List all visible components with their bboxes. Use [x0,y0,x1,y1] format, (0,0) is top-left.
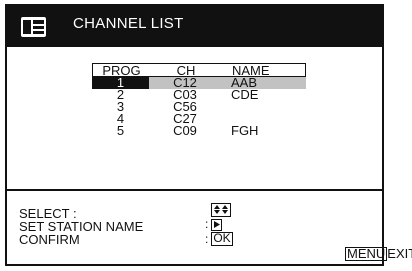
channel-row[interactable]: 3 C56 [92,100,306,113]
channel-list-panel: CHANNEL LIST PROG CH NAME 1 C12 AAB 2 C0… [5,4,384,266]
channel-row-selected[interactable]: 1 C12 AAB [92,76,306,89]
row-prog: 5 [116,123,125,138]
menu-exit-hint: MENUEXIT : [345,246,412,261]
colon-confirm: : [205,232,209,246]
row-name: CDE [231,87,259,102]
page-title: CHANNEL LIST [73,15,184,32]
help-confirm: CONFIRM [19,233,143,246]
row-ch: C09 [173,123,197,138]
list-panel-icon [21,17,46,37]
channel-table-header: PROG CH NAME [92,63,306,77]
help-confirm-label: CONFIRM [19,232,80,247]
channel-row[interactable]: 2 C03 CDE [92,87,306,102]
ok-key: OK [211,232,233,246]
row-name: FGH [231,123,259,138]
channel-row[interactable]: 5 C09 FGH [92,123,306,138]
title-bar: CHANNEL LIST [7,6,382,47]
right-arrow-icon [211,219,222,231]
channel-table: PROG CH NAME 1 C12 AAB 2 C03 CDE 3 C56 4… [92,63,306,137]
colon-set-name: : [205,217,209,231]
up-down-arrows-icon [211,203,231,217]
channel-row[interactable]: 4 C27 [92,112,306,125]
divider [7,189,382,191]
menu-key: MENU [345,246,388,261]
help-keys: : : OK [205,203,233,253]
key-help: SELECT : SET STATION NAME CONFIRM :: OK [19,203,233,246]
exit-label: EXIT : [387,246,412,261]
